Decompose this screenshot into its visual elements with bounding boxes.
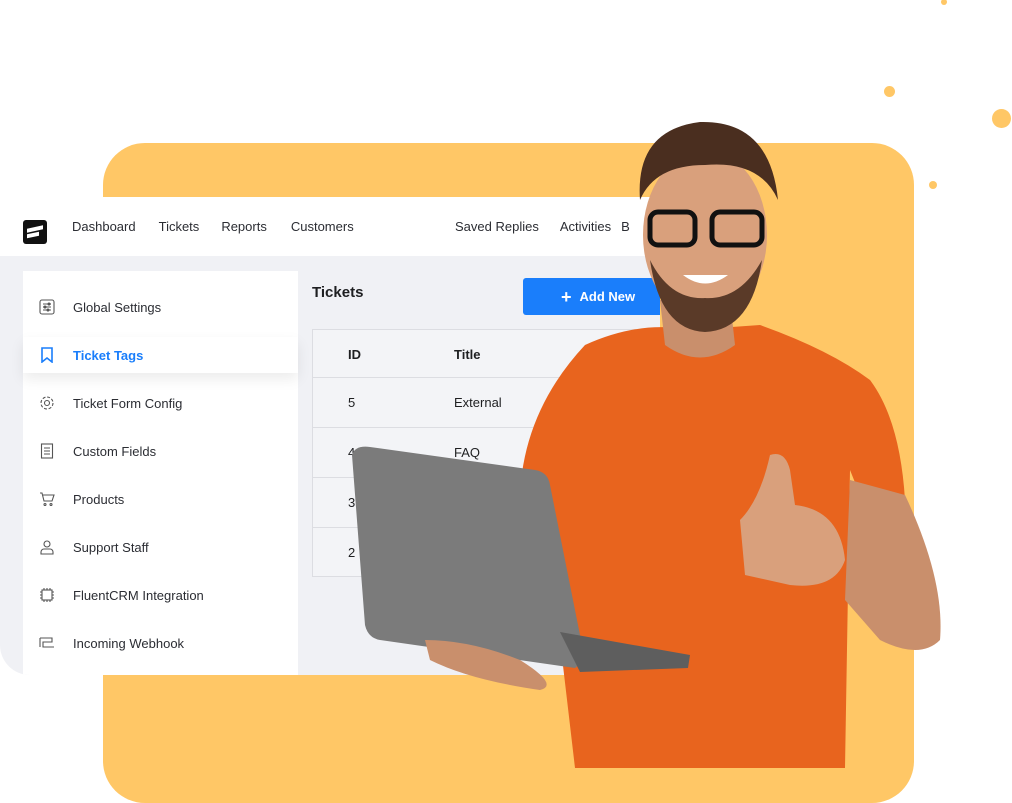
arm-right — [845, 480, 941, 650]
person-photo — [352, 121, 941, 768]
shirt — [519, 325, 905, 768]
